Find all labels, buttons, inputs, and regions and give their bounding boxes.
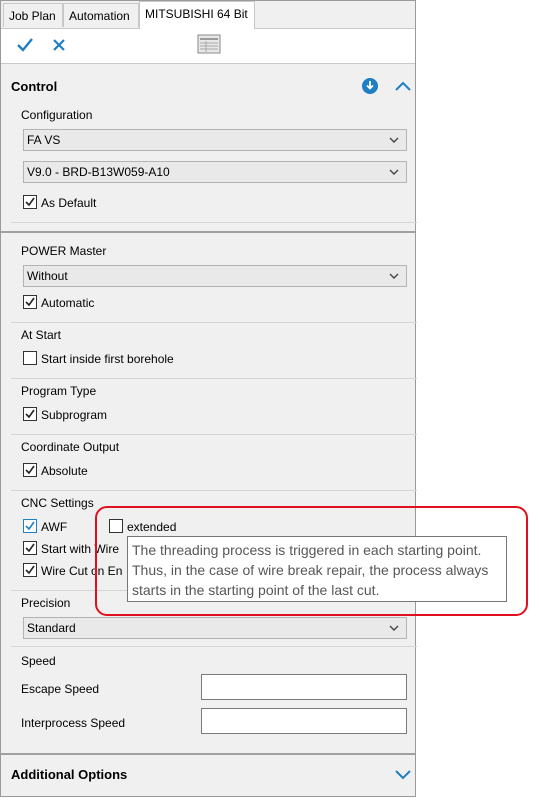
tooltip: The threading process is triggered in ea… (127, 536, 507, 602)
tab-job-plan[interactable]: Job Plan (3, 3, 63, 27)
interprocess-speed-label: Interprocess Speed (21, 716, 126, 730)
coordinate-output-label: Coordinate Output (21, 440, 120, 454)
at-start-section (11, 322, 417, 379)
chevron-down-icon (389, 137, 399, 143)
check-mark-icon (25, 565, 35, 575)
check-mark-icon (25, 465, 35, 475)
check-mark-icon (25, 197, 35, 207)
speed-label: Speed (21, 654, 56, 668)
start-with-wire-label: Start with Wire (41, 542, 120, 556)
precision-value: Standard (27, 621, 76, 635)
start-with-wire-checkbox[interactable] (23, 541, 37, 555)
check-mark-icon (25, 297, 35, 307)
subprogram-label: Subprogram (41, 408, 108, 422)
control-header[interactable]: Control (1, 69, 415, 105)
version-dropdown-value: V9.0 - BRD-B13W059-A10 (27, 165, 170, 179)
tab-mitsubishi-64-bit[interactable]: MITSUBISHI 64 Bit (139, 1, 255, 29)
at-start-label: At Start (21, 328, 62, 342)
extended-checkbox[interactable] (109, 519, 123, 533)
tab-automation[interactable]: Automation (63, 3, 139, 27)
program-type-label: Program Type (21, 384, 97, 398)
awf-checkbox[interactable] (23, 519, 37, 533)
tab-bar: Job Plan Automation MITSUBISHI 64 Bit (1, 1, 415, 29)
toolbar (1, 29, 415, 64)
automatic-label: Automatic (41, 296, 95, 310)
start-inside-first-borehole-checkbox[interactable] (23, 351, 37, 365)
extended-label: extended (127, 520, 177, 534)
power-master-dropdown[interactable]: Without (23, 265, 407, 287)
cnc-settings-label: CNC Settings (21, 496, 94, 510)
power-master-label: POWER Master (21, 244, 107, 258)
settings-panel: Job Plan Automation MITSUBISHI 64 Bit Co… (0, 0, 417, 797)
escape-speed-label: Escape Speed (21, 682, 100, 696)
configuration-label: Configuration (21, 108, 93, 122)
as-default-label: As Default (41, 196, 97, 210)
check-mark-icon (25, 409, 35, 419)
section-divider (1, 753, 415, 755)
check-mark-icon (25, 521, 35, 531)
escape-speed-input[interactable] (201, 674, 407, 700)
wire-cut-label: Wire Cut on En (41, 564, 123, 578)
power-master-value: Without (27, 269, 68, 283)
precision-label: Precision (21, 596, 71, 610)
start-inside-first-borehole-label: Start inside first borehole (41, 352, 174, 366)
config-dropdown-value: FA VS (27, 133, 61, 147)
chevron-up-icon[interactable] (395, 80, 411, 92)
info-download-icon[interactable] (362, 78, 378, 94)
as-default-checkbox[interactable] (23, 195, 37, 209)
wire-cut-checkbox[interactable] (23, 563, 37, 577)
config-dropdown[interactable]: FA VS (23, 129, 407, 151)
close-icon[interactable] (51, 37, 67, 53)
interprocess-speed-input[interactable] (201, 708, 407, 734)
chevron-down-icon (389, 273, 399, 279)
chevron-down-icon[interactable] (395, 768, 411, 780)
subprogram-checkbox[interactable] (23, 407, 37, 421)
check-mark-icon (25, 543, 35, 553)
precision-dropdown[interactable]: Standard (23, 617, 407, 639)
awf-label: AWF (41, 520, 68, 534)
chevron-down-icon (389, 625, 399, 631)
check-icon[interactable] (15, 35, 35, 55)
tooltip-line-2: Thus, in the case of wire break repair, … (132, 562, 489, 578)
absolute-label: Absolute (41, 464, 88, 478)
additional-options-header[interactable]: Additional Options (1, 757, 415, 793)
tooltip-line-1: The threading process is triggered in ea… (132, 542, 482, 558)
additional-options-title: Additional Options (11, 767, 128, 782)
absolute-checkbox[interactable] (23, 463, 37, 477)
chevron-down-icon (389, 169, 399, 175)
tooltip-line-3: starts in the starting point of the last… (132, 582, 380, 598)
section-divider (1, 231, 415, 233)
automatic-checkbox[interactable] (23, 295, 37, 309)
version-dropdown[interactable]: V9.0 - BRD-B13W059-A10 (23, 161, 407, 183)
table-icon[interactable] (197, 34, 221, 54)
control-title: Control (11, 79, 58, 94)
